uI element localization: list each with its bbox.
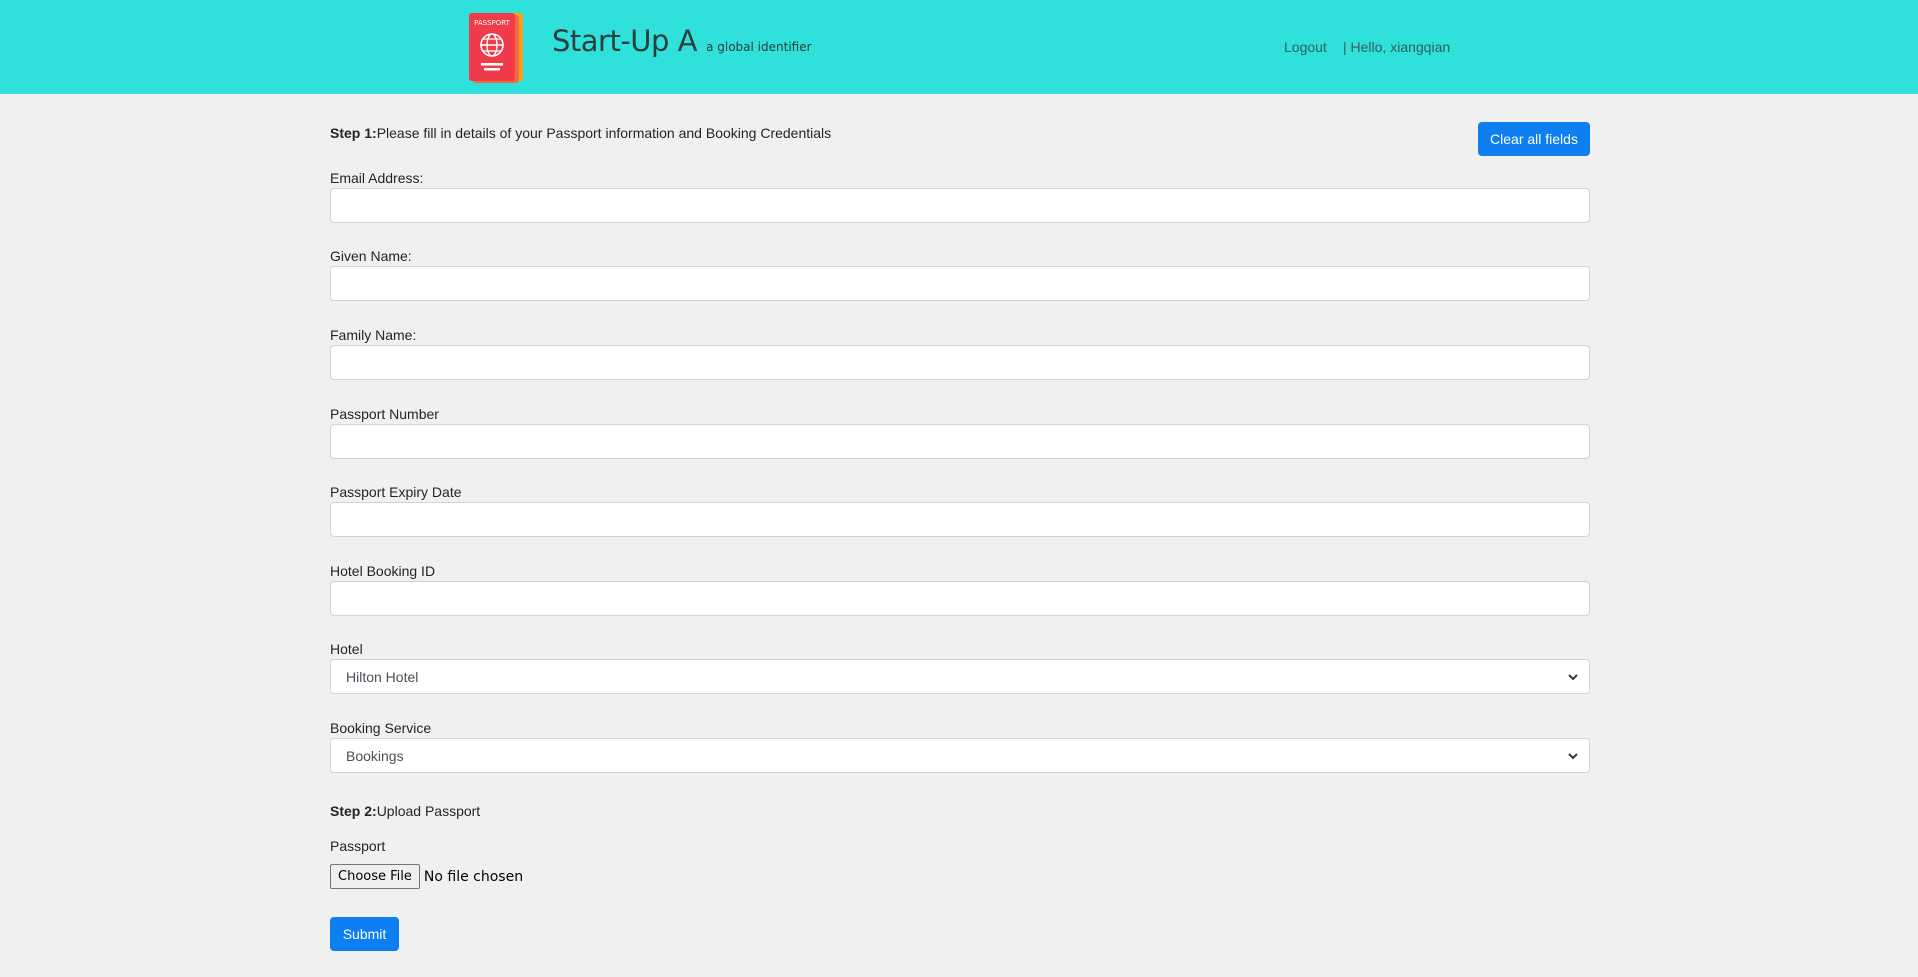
logout-link[interactable]: Logout — [1284, 39, 1327, 55]
brand: Start-Up A a global identifier — [552, 24, 812, 58]
booking-service-select[interactable]: Bookings — [330, 738, 1590, 773]
chevron-down-icon — [1568, 674, 1578, 681]
booking-service-label: Booking Service — [330, 720, 432, 736]
given-name-label: Given Name: — [330, 248, 412, 264]
passport-upload-label: Passport — [330, 838, 386, 854]
step2-label: Step 2: — [330, 803, 377, 819]
hotel-booking-id-label: Hotel Booking ID — [330, 563, 436, 579]
brand-title: Start-Up A — [552, 24, 698, 58]
passport-icon: PASSPORT — [469, 13, 523, 83]
family-name-label: Family Name: — [330, 327, 417, 343]
top-header: PASSPORT Start-Up A a global identifier … — [0, 0, 1918, 94]
passport-expiry-field[interactable] — [330, 502, 1590, 537]
file-status: No file chosen — [423, 868, 524, 885]
hotel-label: Hotel — [330, 641, 363, 657]
clear-all-fields-button[interactable]: Clear all fields — [1478, 122, 1590, 156]
brand-tagline: a global identifier — [706, 40, 812, 54]
choose-file-button[interactable]: Choose File — [330, 864, 420, 889]
family-name-field[interactable] — [330, 345, 1590, 380]
step2-text: Upload Passport — [376, 803, 481, 819]
passport-number-field[interactable] — [330, 424, 1590, 459]
passport-file-input[interactable]: Choose File No file chosen — [330, 864, 523, 890]
email-field[interactable] — [330, 188, 1590, 223]
svg-text:PASSPORT: PASSPORT — [474, 19, 511, 27]
submit-button[interactable]: Submit — [330, 917, 399, 951]
passport-expiry-label: Passport Expiry Date — [330, 484, 462, 500]
chevron-down-icon — [1568, 753, 1578, 760]
step1-heading: Step 1:Please fill in details of your Pa… — [330, 125, 831, 141]
step1-text: Please fill in details of your Passport … — [376, 125, 832, 141]
passport-number-label: Passport Number — [330, 406, 439, 422]
given-name-field[interactable] — [330, 266, 1590, 301]
booking-service-selected-value: Bookings — [346, 748, 404, 764]
step1-label: Step 1: — [330, 125, 377, 141]
user-greeting: | Hello, xiangqian — [1343, 39, 1451, 55]
hotel-booking-id-field[interactable] — [330, 581, 1590, 616]
hotel-selected-value: Hilton Hotel — [346, 669, 419, 685]
email-label: Email Address: — [330, 170, 424, 186]
step2-heading: Step 2:Upload Passport — [330, 803, 480, 819]
hotel-select[interactable]: Hilton Hotel — [330, 659, 1590, 694]
